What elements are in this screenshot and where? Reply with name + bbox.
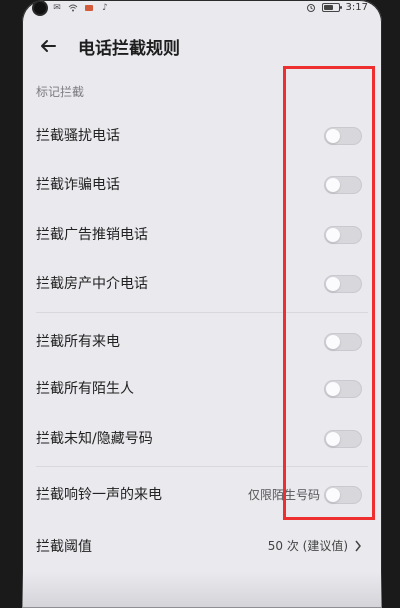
status-left: ✉ ♪ [34,2,110,14]
page-title: 电话拦截规则 [78,39,180,59]
tiktok-icon: ♪ [102,3,108,13]
toggle-knob [326,129,340,143]
toggle-switch[interactable] [324,226,362,244]
section-label: 标记拦截 [36,85,85,99]
toggle-switch[interactable] [324,127,362,145]
screen: ✉ ♪ 3:17 电话拦截规则 标记拦截 拦截骚扰电话 拦截诈骗电话 拦截广告推… [22,0,382,608]
bottom-fade [22,572,382,608]
toggle-switch[interactable] [324,486,362,504]
rule-row-real-estate[interactable]: 拦截房产中介电话 [22,259,382,307]
toggle-knob [326,178,340,192]
threshold-row[interactable]: 拦截阈值 50 次 (建议值) [22,522,382,570]
battery-icon [321,3,342,12]
rule-label: 拦截房产中介电话 [36,276,148,292]
camera-hole [34,2,46,14]
phone-frame: ✉ ♪ 3:17 电话拦截规则 标记拦截 拦截骚扰电话 拦截诈骗电话 拦截广告推… [0,0,400,608]
rule-row-hidden-numbers[interactable]: 拦截未知/隐藏号码 [22,414,382,462]
rule-row-fraud[interactable]: 拦截诈骗电话 [22,160,382,208]
status-right: 3:17 [306,2,368,13]
rule-row-one-ring[interactable]: 拦截响铃一声的来电 仅限陌生号码 [22,470,382,518]
rule-label: 拦截所有来电 [36,334,120,350]
rule-label: 拦截响铃一声的来电 [36,487,162,503]
toggle-knob [326,382,340,396]
header: 电话拦截规则 [22,22,382,68]
toggle-knob [326,432,340,446]
rule-label: 拦截广告推销电话 [36,227,148,243]
toggle-switch[interactable] [324,333,362,351]
status-bar: ✉ ♪ 3:17 [22,0,382,18]
rule-row-strangers[interactable]: 拦截所有陌生人 [22,364,382,412]
message-icon: ✉ [53,3,61,13]
toggle-switch[interactable] [324,380,362,398]
toggle-knob [326,277,340,291]
toggle-switch[interactable] [324,430,362,448]
rule-label: 拦截诈骗电话 [36,177,120,193]
battery-fill [323,5,333,10]
chevron-right-icon [355,540,361,551]
toggle-switch[interactable] [324,275,362,293]
section-divider [36,312,368,313]
wifi-icon [68,3,78,13]
rule-row-harassment[interactable]: 拦截骚扰电话 [22,111,382,159]
rule-label: 拦截骚扰电话 [36,128,120,144]
threshold-value-wrap: 50 次 (建议值) [268,537,362,554]
rule-hint: 仅限陌生号码 [247,488,320,502]
rule-row-advertising[interactable]: 拦截广告推销电话 [22,210,382,258]
status-time: 3:17 [345,2,368,13]
threshold-label: 拦截阈值 [36,539,92,555]
section-divider [36,466,368,467]
rule-label: 拦截所有陌生人 [36,381,134,397]
back-button[interactable] [34,32,62,60]
toggle-knob [326,335,340,349]
alarm-icon [306,3,316,13]
toggle-switch[interactable] [324,176,362,194]
rule-row-all-calls[interactable]: 拦截所有来电 [22,317,382,365]
toggle-knob [326,228,340,242]
notification-icon [84,3,94,13]
rule-label: 拦截未知/隐藏号码 [36,431,153,447]
arrow-left-icon [41,40,56,52]
threshold-value: 50 次 (建议值) [267,539,348,553]
toggle-knob [326,488,340,502]
